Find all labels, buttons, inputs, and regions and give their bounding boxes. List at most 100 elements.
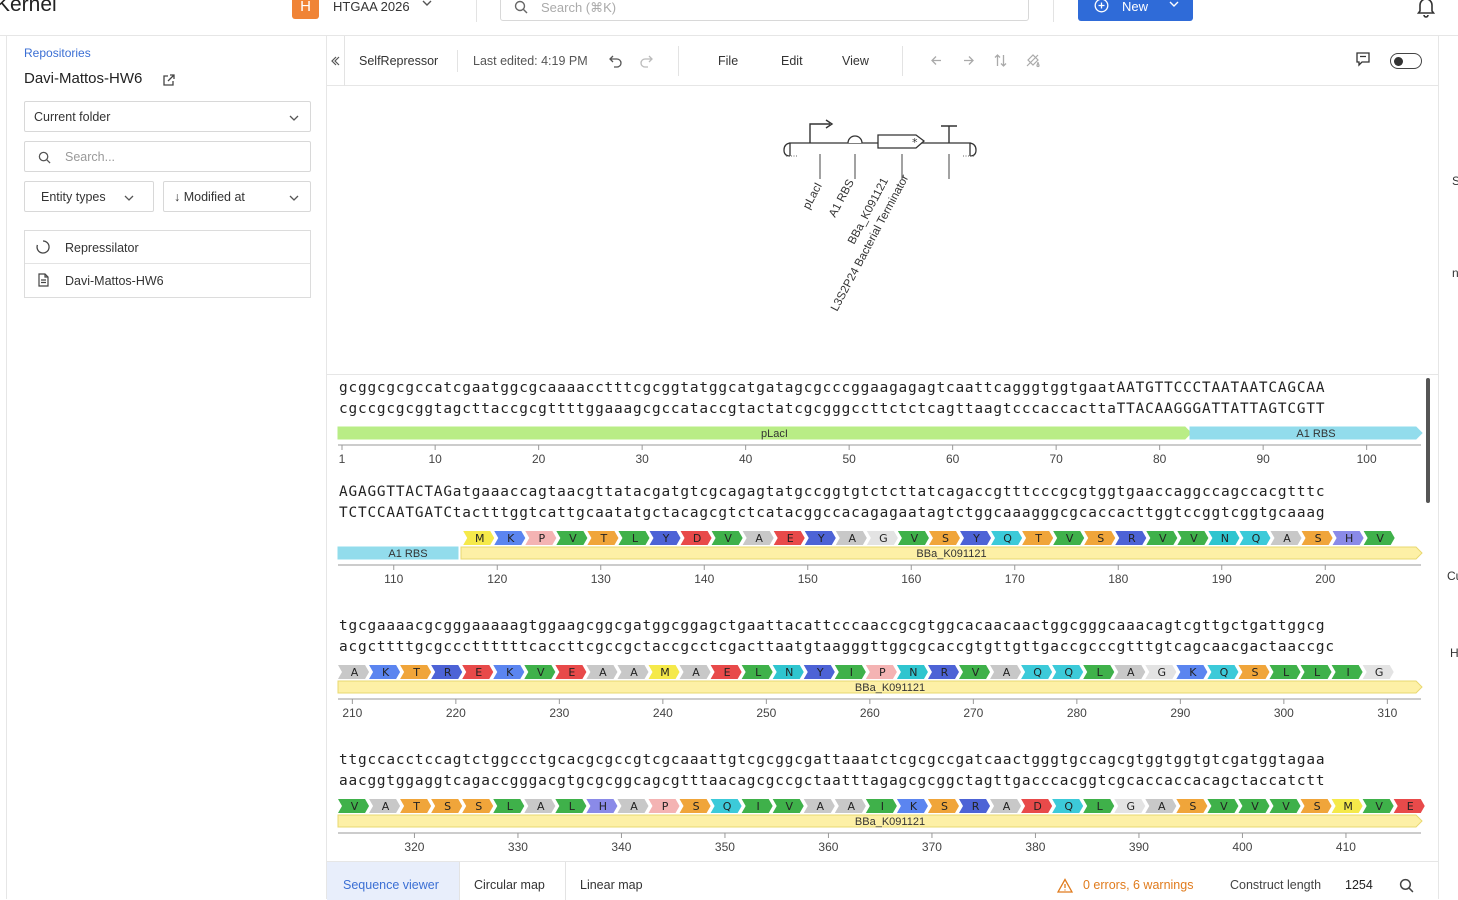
sequence-bottom-strand[interactable]: TCTCCAATGATCtactttggtcattgcaatatgctacagc… <box>339 505 1325 521</box>
amino-acid-V[interactable]: V <box>1362 799 1394 813</box>
amino-acid-M[interactable]: M <box>463 531 495 545</box>
amino-acid-V[interactable]: V <box>556 531 588 545</box>
amino-acid-V[interactable]: V <box>338 799 370 813</box>
sequence-top-strand[interactable]: gcggcgcgccatcgaatggcgcaaaacctttcgcggtatg… <box>339 380 1325 396</box>
amino-acid-K[interactable]: K <box>494 531 526 545</box>
folder-select[interactable]: Current folder <box>24 101 311 132</box>
amino-acid-Y[interactable]: Y <box>960 531 992 545</box>
amino-acid-I[interactable]: I <box>834 665 866 679</box>
amino-acid-V[interactable]: V <box>1053 531 1085 545</box>
amino-acid-A[interactable]: A <box>1114 665 1146 679</box>
collapse-sidebar-icon[interactable] <box>327 50 341 72</box>
arrow-left-icon[interactable] <box>929 53 944 68</box>
amino-acid-L[interactable]: L <box>741 665 773 679</box>
amino-acid-S[interactable]: S <box>679 799 711 813</box>
menu-view[interactable]: View <box>842 54 869 68</box>
amino-acid-H[interactable]: H <box>586 799 618 813</box>
undo-icon[interactable] <box>608 53 623 68</box>
amino-acid-A[interactable]: A <box>679 665 711 679</box>
amino-acid-I[interactable]: I <box>741 799 773 813</box>
redo-icon[interactable] <box>639 53 654 68</box>
amino-acid-A[interactable]: A <box>338 665 370 679</box>
amino-acid-I[interactable]: I <box>1331 665 1363 679</box>
amino-acid-A[interactable]: A <box>1145 799 1177 813</box>
amino-acid-G[interactable]: G <box>1362 665 1394 679</box>
amino-acid-L[interactable]: L <box>618 531 650 545</box>
amino-acid-V[interactable]: V <box>897 531 929 545</box>
amino-acid-E[interactable]: E <box>710 665 742 679</box>
tab-sequence-viewer[interactable]: Sequence viewer <box>327 862 459 900</box>
amino-acid-N[interactable]: N <box>772 665 804 679</box>
amino-acid-Y[interactable]: Y <box>804 531 836 545</box>
amino-acid-V[interactable]: V <box>772 799 804 813</box>
amino-acid-A[interactable]: A <box>834 799 866 813</box>
amino-acid-V[interactable]: V <box>1207 799 1239 813</box>
chevron-down-icon[interactable] <box>420 0 434 10</box>
amino-acid-G[interactable]: G <box>1145 665 1177 679</box>
amino-acid-Q[interactable]: Q <box>991 531 1023 545</box>
amino-acid-P[interactable]: P <box>525 531 557 545</box>
amino-acid-K[interactable]: K <box>369 665 401 679</box>
entity-types-filter[interactable]: Entity types <box>24 181 154 212</box>
validation-warnings[interactable]: 0 errors, 6 warnings <box>1083 878 1193 892</box>
tab-linear-map[interactable]: Linear map <box>566 862 671 900</box>
document-name[interactable]: SelfRepressor <box>359 54 438 68</box>
amino-acid-L[interactable]: L <box>1083 665 1115 679</box>
sequence-bottom-strand[interactable]: cgccgcgcggtagcttaccgcgttttggaaagcgccatac… <box>339 401 1325 417</box>
amino-acid-E[interactable]: E <box>555 665 587 679</box>
amino-acid-S[interactable]: S <box>1238 665 1270 679</box>
amino-acid-P[interactable]: P <box>865 665 897 679</box>
sort-select[interactable]: ↓ Modified at <box>163 181 311 212</box>
amino-acid-V[interactable]: V <box>1177 531 1209 545</box>
amino-acid-N[interactable]: N <box>896 665 928 679</box>
app-logo[interactable]: Kernel <box>0 0 57 17</box>
list-item[interactable]: Repressilator <box>25 231 310 264</box>
list-item[interactable]: Davi-Mattos-HW6 <box>25 264 310 297</box>
amino-acid-G[interactable]: G <box>866 531 898 545</box>
arrow-right-icon[interactable] <box>961 53 976 68</box>
amino-acid-S[interactable]: S <box>928 531 960 545</box>
amino-acid-L[interactable]: L <box>1269 665 1301 679</box>
menu-file[interactable]: File <box>718 54 738 68</box>
amino-acid-V[interactable]: V <box>524 665 556 679</box>
amino-acid-S[interactable]: S <box>1301 531 1333 545</box>
comment-icon[interactable] <box>1355 51 1371 67</box>
repositories-link[interactable]: Repositories <box>24 46 91 60</box>
amino-acid-A[interactable]: A <box>803 799 835 813</box>
amino-acid-A[interactable]: A <box>835 531 867 545</box>
amino-acid-K[interactable]: K <box>896 799 928 813</box>
amino-acid-M[interactable]: M <box>648 665 680 679</box>
sequence-top-strand[interactable]: tgcgaaaacgcgggaaaaagtggaagcggcgatggcggag… <box>339 618 1325 634</box>
amino-acid-Q[interactable]: Q <box>1052 665 1084 679</box>
promoter-glyph[interactable] <box>809 119 834 143</box>
amino-acid-N[interactable]: N <box>1208 531 1240 545</box>
feature-a1-rbs[interactable]: A1 RBS <box>1189 426 1423 440</box>
amino-acid-K[interactable]: K <box>493 665 525 679</box>
sequence-top-strand[interactable]: ttgccacctccagtctggccctgcacgcgccgtcgcaaat… <box>339 752 1325 768</box>
bell-icon[interactable] <box>1414 0 1438 18</box>
feature-bba-k091121[interactable]: BBa_K091121 <box>337 680 1423 694</box>
amino-acid-V[interactable]: V <box>1238 799 1270 813</box>
amino-acid-Q[interactable]: Q <box>710 799 742 813</box>
feature-bba-k091121[interactable]: BBa_K091121 <box>460 546 1423 560</box>
amino-acid-I[interactable]: I <box>865 799 897 813</box>
amino-acid-A[interactable]: A <box>990 665 1022 679</box>
amino-acid-V[interactable]: V <box>1363 531 1395 545</box>
amino-acid-S[interactable]: S <box>462 799 494 813</box>
amino-acid-E[interactable]: E <box>462 665 494 679</box>
amino-acid-A[interactable]: A <box>617 799 649 813</box>
amino-acid-R[interactable]: R <box>959 799 991 813</box>
sequence-bottom-strand[interactable]: acgcttttgcgcccttttttcaccttcgccgctaccgcct… <box>339 639 1335 655</box>
global-search-input[interactable]: Search (⌘K) <box>500 0 1029 21</box>
sequence-top-strand[interactable]: AGAGGTTACTAGatgaaaccagtaacgttatacgatgtcg… <box>339 484 1325 500</box>
amino-acid-V[interactable]: V <box>1269 799 1301 813</box>
swap-strands-icon[interactable] <box>993 53 1008 68</box>
amino-acid-L[interactable]: L <box>493 799 525 813</box>
amino-acid-V[interactable]: V <box>711 531 743 545</box>
feature-a1-rbs[interactable]: A1 RBS <box>337 546 459 560</box>
tab-circular-map[interactable]: Circular map <box>460 862 565 900</box>
amino-acid-A[interactable]: A <box>369 799 401 813</box>
amino-acid-K[interactable]: K <box>1176 665 1208 679</box>
org-avatar[interactable]: H <box>292 0 319 19</box>
sidebar-search-input[interactable]: Search... <box>24 141 311 172</box>
